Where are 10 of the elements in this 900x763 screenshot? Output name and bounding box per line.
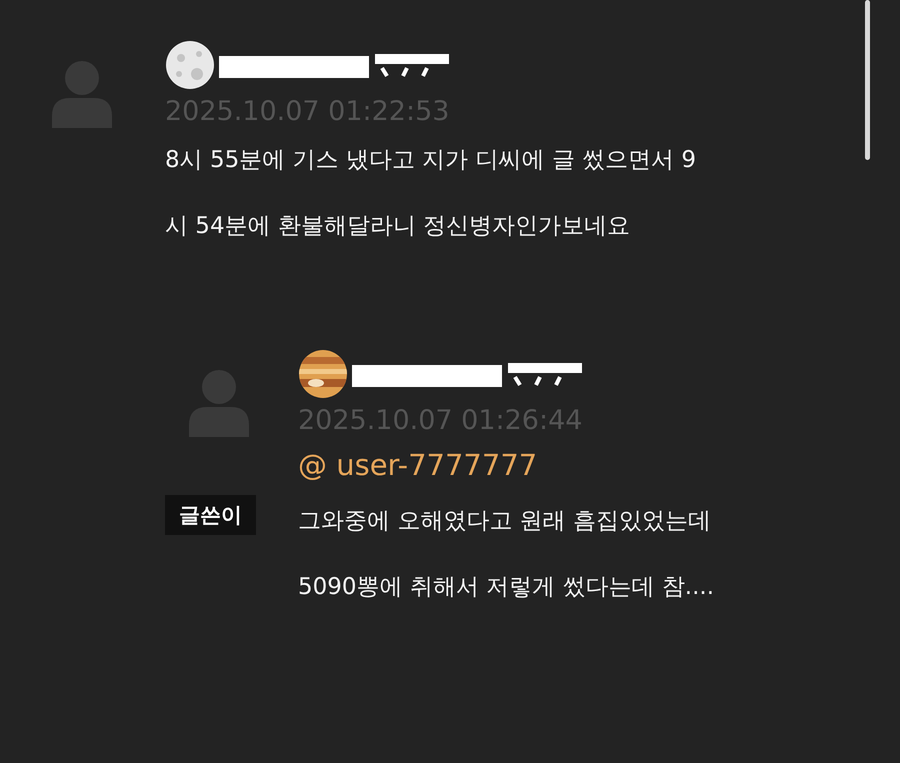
user-silhouette-icon (50, 58, 114, 128)
comment-text: 시 54분에 환불해달라니 정신병자인가보네요 (165, 212, 632, 241)
moon-avatar-icon (165, 40, 215, 90)
comment-text: 8시 55분에 기스 냈다고 지가 디씨에 글 썼으면서 9 (165, 146, 696, 175)
scrollbar[interactable] (865, 0, 870, 160)
mention-link[interactable]: @ user-7777777 (298, 448, 714, 482)
user-silhouette-icon (187, 367, 251, 437)
comment-text: 그와중에 오해였다고 원래 흠집있었는데 (298, 507, 712, 536)
author-badge: 글쓴이 (165, 495, 256, 535)
comment-text: 5090뽕에 취해서 저렇게 썼다는데 참.... (298, 573, 714, 602)
